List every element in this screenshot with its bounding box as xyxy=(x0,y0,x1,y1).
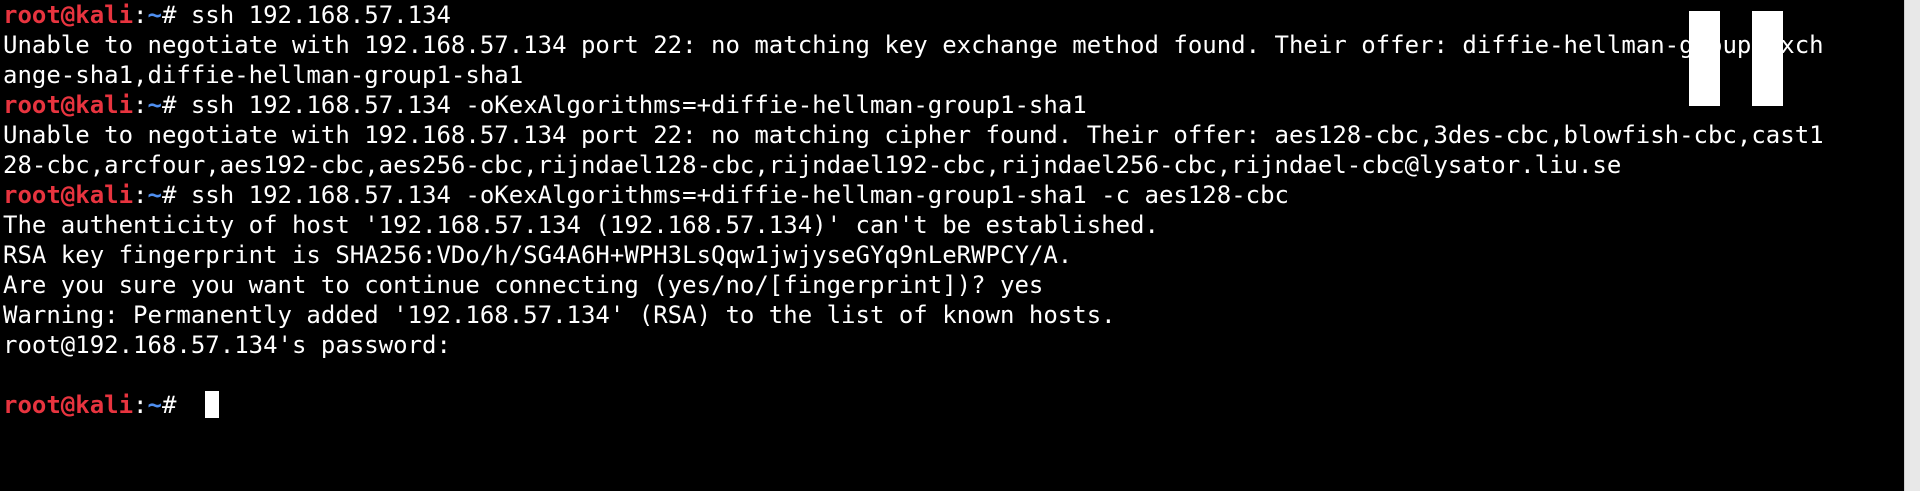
terminal-output-line: 28-cbc,arcfour,aes192-cbc,aes256-cbc,rij… xyxy=(3,151,1622,179)
command-text: ssh 192.168.57.134 -oKexAlgorithms=+diff… xyxy=(190,181,1289,209)
terminal-output-line: RSA key fingerprint is SHA256:VDo/h/SG4A… xyxy=(3,241,1073,269)
terminal-output-line: root@192.168.57.134's password: xyxy=(3,331,466,359)
prompt-separator: : xyxy=(133,91,148,119)
terminal-output-line: Warning: Permanently added '192.168.57.1… xyxy=(3,301,1116,329)
prompt-symbol: # xyxy=(161,181,191,209)
white-overlay-block xyxy=(1689,11,1720,106)
terminal-line-1: root@kali:~# ssh 192.168.57.134 xyxy=(3,0,451,30)
prompt-symbol: # xyxy=(161,91,191,119)
prompt-path: ~ xyxy=(147,391,162,419)
prompt-path: ~ xyxy=(147,1,162,29)
terminal-output-line: Are you sure you want to continue connec… xyxy=(3,271,1044,299)
terminal-output-line: ange-sha1,diffie-hellman-group1-sha1 xyxy=(3,61,524,89)
terminal-output-line: The authenticity of host '192.168.57.134… xyxy=(3,211,1159,239)
prompt-symbol: # xyxy=(161,1,191,29)
prompt-user: root@kali xyxy=(3,391,134,419)
prompt-user: root@kali xyxy=(3,1,134,29)
terminal-line-14[interactable]: root@kali:~# xyxy=(3,390,219,420)
terminal-line-7: root@kali:~# ssh 192.168.57.134 -oKexAlg… xyxy=(3,180,1289,210)
terminal-line-4: root@kali:~# ssh 192.168.57.134 -oKexAlg… xyxy=(3,90,1087,120)
terminal-output-line: Unable to negotiate with 192.168.57.134 … xyxy=(3,31,1824,59)
prompt-separator: : xyxy=(133,1,148,29)
scrollbar[interactable] xyxy=(1904,0,1920,491)
white-overlay-block xyxy=(1752,11,1783,106)
command-text: ssh 192.168.57.134 -oKexAlgorithms=+diff… xyxy=(190,91,1087,119)
terminal-output-line: Unable to negotiate with 192.168.57.134 … xyxy=(3,121,1824,149)
prompt-separator: : xyxy=(133,181,148,209)
prompt-path: ~ xyxy=(147,91,162,119)
prompt-path: ~ xyxy=(147,181,162,209)
text-cursor xyxy=(204,391,219,418)
prompt-symbol: # xyxy=(161,391,191,419)
command-text: ssh 192.168.57.134 xyxy=(190,1,451,29)
terminal-window[interactable]: root@kali:~# ssh 192.168.57.134 Unable t… xyxy=(0,0,1904,491)
prompt-user: root@kali xyxy=(3,181,134,209)
prompt-user: root@kali xyxy=(3,91,134,119)
prompt-separator: : xyxy=(133,391,148,419)
